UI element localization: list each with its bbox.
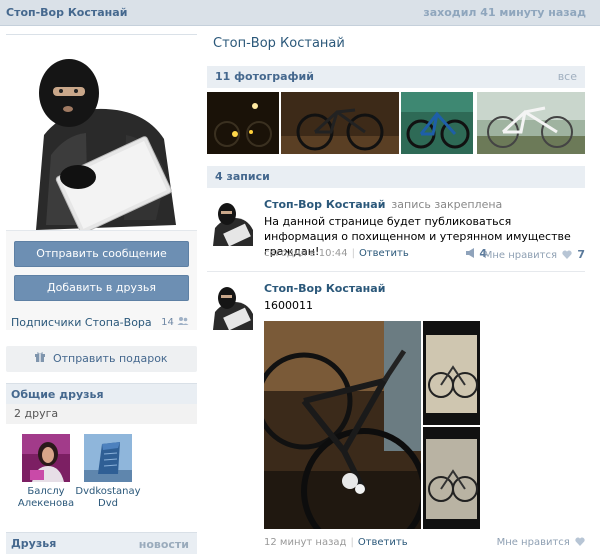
send-message-button[interactable]: Отправить сообщение bbox=[14, 241, 189, 267]
photo-strip bbox=[207, 92, 585, 154]
friends-news-link[interactable]: новости bbox=[139, 538, 189, 551]
friend-last-name[interactable]: Dvd bbox=[68, 498, 148, 510]
friend-card[interactable]: Dvdkostanay Dvd bbox=[68, 434, 148, 510]
post-meta: 12 минут назад | Ответить bbox=[264, 537, 408, 548]
thief-avatar-image bbox=[6, 35, 197, 255]
photo-thumbnail[interactable] bbox=[477, 92, 585, 154]
gift-icon bbox=[35, 352, 46, 362]
reply-link[interactable]: Ответить bbox=[358, 537, 408, 548]
send-gift-button[interactable]: Отправить подарок bbox=[6, 346, 197, 372]
profile-name[interactable]: Стоп-Вор Костанай bbox=[6, 6, 127, 19]
friend-photo[interactable] bbox=[22, 434, 70, 482]
post-photo[interactable] bbox=[423, 427, 480, 529]
subscribers-label: Подписчики Стопа-Вора bbox=[11, 316, 152, 329]
heart-icon bbox=[562, 250, 572, 259]
like-count: 7 bbox=[577, 248, 585, 261]
send-gift-label: Отправить подарок bbox=[52, 352, 168, 365]
post-time[interactable]: сегодня в 10:44 bbox=[264, 248, 348, 259]
wall-post: Стоп-Вор Костанай запись закреплена На да… bbox=[207, 196, 585, 272]
subscribers-link[interactable]: Подписчики Стопа-Вора 14 bbox=[11, 316, 197, 332]
post-author-name[interactable]: Стоп-Вор Костанай bbox=[264, 282, 385, 295]
post-photo[interactable] bbox=[423, 321, 480, 425]
page-header: Стоп-Вор Костанай заходил 41 минуту наза… bbox=[0, 0, 600, 26]
photos-all-link[interactable]: все bbox=[558, 70, 577, 83]
pinned-label: запись закреплена bbox=[391, 198, 503, 211]
post-meta: сегодня в 10:44 | Ответить bbox=[264, 248, 409, 259]
people-icon bbox=[177, 317, 189, 325]
photo-thumbnail[interactable] bbox=[207, 92, 279, 154]
last-seen-status: заходил 41 минуту назад bbox=[423, 6, 586, 19]
photos-count[interactable]: 11 фотографий bbox=[215, 70, 314, 83]
friend-first-name[interactable]: Dvdkostanay bbox=[68, 486, 148, 498]
like-button[interactable]: Мне нравится 7 bbox=[484, 248, 585, 261]
post-photo[interactable] bbox=[264, 321, 421, 529]
heart-icon bbox=[575, 537, 585, 546]
friends-header[interactable]: Друзья новости bbox=[6, 532, 197, 554]
profile-actions: Отправить сообщение Добавить в друзья bbox=[6, 230, 197, 330]
add-friend-button[interactable]: Добавить в друзья bbox=[14, 275, 189, 301]
posts-header: 4 записи bbox=[207, 166, 585, 188]
page-title: Стоп-Вор Костанай bbox=[213, 36, 345, 51]
reply-link[interactable]: Ответить bbox=[359, 248, 409, 259]
photo-thumbnail[interactable] bbox=[401, 92, 473, 154]
photos-header[interactable]: 11 фотографий все bbox=[207, 66, 585, 88]
post-author-avatar[interactable] bbox=[209, 198, 255, 246]
common-friends-count: 2 друга bbox=[6, 404, 197, 424]
left-column: Отправить сообщение Добавить в друзья По… bbox=[6, 26, 197, 554]
profile-avatar[interactable] bbox=[6, 34, 197, 255]
subscribers-count: 14 bbox=[161, 316, 189, 328]
posts-count: 4 записи bbox=[215, 170, 270, 183]
like-button[interactable]: Мне нравится bbox=[497, 537, 585, 548]
photo-thumbnail[interactable] bbox=[281, 92, 399, 154]
common-friends-header[interactable]: Общие друзья bbox=[6, 383, 197, 405]
friend-photo[interactable] bbox=[84, 434, 132, 482]
wall-post: Стоп-Вор Костанай 1600011 12 минут назад… bbox=[207, 280, 585, 554]
friends-title: Друзья bbox=[11, 537, 57, 550]
post-text: 1600011 bbox=[264, 299, 313, 312]
megaphone-icon bbox=[465, 248, 474, 258]
common-friends-title: Общие друзья bbox=[11, 388, 104, 401]
post-author-avatar[interactable] bbox=[209, 282, 255, 330]
post-author-name[interactable]: Стоп-Вор Костанай запись закреплена bbox=[264, 198, 502, 211]
post-time[interactable]: 12 минут назад bbox=[264, 537, 346, 548]
right-column: Стоп-Вор Костанай 11 фотографий все 4 за… bbox=[207, 26, 585, 554]
